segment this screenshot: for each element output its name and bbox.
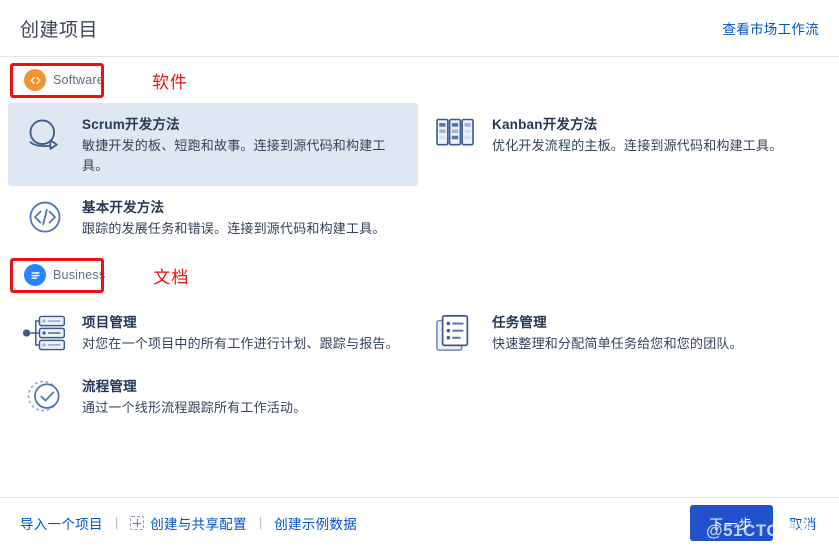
category-row-software: Software 软件	[0, 57, 839, 103]
template-text-scrum: Scrum开发方法 敏捷开发的板、短跑和故事。连接到源代码和构建工具。	[82, 113, 406, 176]
import-project-link[interactable]: 导入一个项目	[20, 513, 103, 533]
software-template-grid: Scrum开发方法 敏捷开发的板、短跑和故事。连接到源代码和构建工具。 Kanb…	[0, 103, 839, 249]
code-circle-icon	[24, 69, 46, 91]
dialog-footer: 导入一个项目 | 创建与共享配置 | 创建示例数据 下一步 取消	[0, 497, 839, 547]
template-card-process-management[interactable]: 流程管理 通过一个线形流程跟踪所有工作活动。	[8, 365, 418, 428]
create-sample-data-link[interactable]: 创建示例数据	[274, 513, 357, 533]
template-description: 通过一个线形流程跟踪所有工作活动。	[82, 399, 307, 415]
template-title: 流程管理	[82, 378, 137, 394]
create-shared-config-link[interactable]: 创建与共享配置	[130, 513, 247, 533]
annotation-label-business: 文档	[153, 267, 190, 287]
template-card-basic[interactable]: 基本开发方法 跟踪的发展任务和错误。连接到源代码和构建工具。	[8, 186, 418, 249]
dashed-plus-icon	[130, 515, 145, 530]
template-description: 跟踪的发展任务和错误。连接到源代码和构建工具。	[82, 221, 386, 237]
process-check-icon	[22, 375, 68, 417]
view-market-workflow-link[interactable]: 查看市场工作流	[722, 18, 819, 38]
kanban-board-icon	[432, 113, 478, 151]
template-title: Scrum开发方法	[82, 117, 180, 132]
template-title: Kanban开发方法	[492, 117, 598, 132]
footer-action-group: 下一步 取消	[689, 504, 820, 541]
dialog-header: 创建项目 查看市场工作流	[0, 0, 839, 57]
task-list-icon	[432, 311, 478, 353]
category-label-business: Business	[53, 268, 106, 283]
template-text-basic: 基本开发方法 跟踪的发展任务和错误。连接到源代码和构建工具。	[82, 196, 406, 239]
footer-separator-1: |	[114, 515, 119, 530]
category-label-software: Software	[53, 73, 104, 87]
cancel-button[interactable]: 取消	[787, 509, 819, 537]
template-description: 优化开发流程的主板。连接到源代码和构建工具。	[492, 138, 783, 153]
code-brackets-icon	[22, 196, 68, 238]
template-description: 快速整理和分配简单任务给您和您的团队。	[492, 336, 743, 352]
template-title: 基本开发方法	[82, 200, 165, 216]
category-badge-software[interactable]: Software	[14, 63, 116, 97]
import-project-label: 导入一个项目	[20, 516, 103, 532]
template-text-process-management: 流程管理 通过一个线形流程跟踪所有工作活动。	[82, 375, 406, 418]
category-row-business: Business 文档	[0, 249, 839, 301]
template-card-scrum[interactable]: Scrum开发方法 敏捷开发的板、短跑和故事。连接到源代码和构建工具。	[8, 103, 418, 187]
list-circle-icon	[24, 264, 46, 287]
sprint-loop-icon	[22, 113, 68, 155]
annotation-label-software: 软件	[151, 72, 188, 92]
template-text-kanban: Kanban开发方法 优化开发流程的主板。连接到源代码和构建工具。	[492, 113, 816, 156]
template-card-task-management[interactable]: 任务管理 快速整理和分配简单任务给您和您的团队。	[418, 301, 828, 364]
template-text-project-management: 项目管理 对您在一个项目中的所有工作进行计划、跟踪与报告。	[82, 311, 406, 354]
footer-link-group: 导入一个项目 | 创建与共享配置 | 创建示例数据	[20, 513, 357, 533]
business-template-grid: 项目管理 对您在一个项目中的所有工作进行计划、跟踪与报告。 任务管理 快速整理和…	[0, 301, 839, 427]
template-description: 对您在一个项目中的所有工作进行计划、跟踪与报告。	[82, 336, 399, 352]
template-title: 项目管理	[82, 315, 137, 331]
footer-separator-2: |	[258, 515, 263, 530]
template-description: 敏捷开发的板、短跑和故事。连接到源代码和构建工具。	[82, 138, 386, 174]
template-chooser-body: Software 软件 Scrum开发方法 敏捷开发的板、短跑和故事。连接到源代…	[0, 57, 839, 497]
template-card-project-management[interactable]: 项目管理 对您在一个项目中的所有工作进行计划、跟踪与报告。	[8, 301, 418, 364]
create-sample-data-label: 创建示例数据	[274, 516, 358, 532]
project-tree-icon	[22, 311, 68, 353]
template-card-kanban[interactable]: Kanban开发方法 优化开发流程的主板。连接到源代码和构建工具。	[418, 103, 828, 186]
page-title: 创建项目	[20, 19, 99, 41]
template-title: 任务管理	[492, 315, 547, 331]
create-shared-config-label: 创建与共享配置	[150, 516, 247, 532]
template-text-task-management: 任务管理 快速整理和分配简单任务给您和您的团队。	[492, 311, 816, 354]
category-badge-business[interactable]: Business	[14, 258, 117, 292]
next-step-button[interactable]: 下一步	[689, 504, 773, 541]
